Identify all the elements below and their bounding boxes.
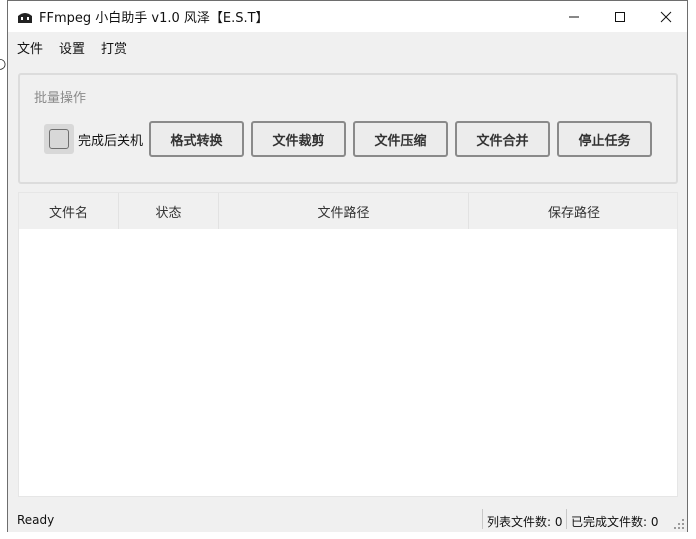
batch-operations-title: 批量操作 xyxy=(34,91,87,106)
file-compress-button[interactable]: 文件压缩 xyxy=(353,121,448,157)
menu-file[interactable]: 文件 xyxy=(17,38,43,57)
title-bar: FFmpeg 小白助手 v1.0 风泽【E.S.T】 xyxy=(8,1,687,32)
list-file-count: 列表文件数: 0 xyxy=(487,515,563,529)
file-table[interactable]: 文件名 状态 文件路径 保存路径 xyxy=(18,192,678,497)
file-trim-button[interactable]: 文件裁剪 xyxy=(251,121,346,157)
menu-settings[interactable]: 设置 xyxy=(59,38,85,57)
maximize-button[interactable] xyxy=(597,1,643,32)
app-logo-icon xyxy=(18,13,32,23)
background-fragment-left: ○ xyxy=(0,56,7,72)
stop-task-button[interactable]: 停止任务 xyxy=(557,121,652,157)
column-header-status[interactable]: 状态 xyxy=(119,193,219,229)
minimize-button[interactable] xyxy=(551,1,597,32)
status-ready-text: Ready xyxy=(17,513,55,527)
close-icon xyxy=(660,11,672,22)
status-separator xyxy=(482,509,483,529)
status-separator xyxy=(566,509,567,529)
maximize-icon xyxy=(615,11,625,22)
table-header: 文件名 状态 文件路径 保存路径 xyxy=(19,193,677,229)
column-header-filepath[interactable]: 文件路径 xyxy=(219,193,469,229)
column-header-savepath[interactable]: 保存路径 xyxy=(469,193,679,229)
completed-file-count: 已完成文件数: 0 xyxy=(571,515,659,529)
shutdown-checkbox-container[interactable] xyxy=(44,124,74,154)
window-title: FFmpeg 小白助手 v1.0 风泽【E.S.T】 xyxy=(39,11,269,26)
resize-grip-icon[interactable] xyxy=(673,518,685,530)
file-merge-button[interactable]: 文件合并 xyxy=(455,121,550,157)
shutdown-checkbox-label[interactable]: 完成后关机 xyxy=(78,130,143,149)
column-header-filename[interactable]: 文件名 xyxy=(19,193,119,229)
app-window: FFmpeg 小白助手 v1.0 风泽【E.S.T】 文件 设置 打赏 批量操作… xyxy=(7,0,688,532)
status-bar: Ready 列表文件数: 0 已完成文件数: 0 xyxy=(8,507,687,532)
shutdown-checkbox[interactable] xyxy=(49,129,69,149)
close-button[interactable] xyxy=(643,1,689,32)
menu-bar: 文件 设置 打赏 xyxy=(8,32,687,62)
menu-reward[interactable]: 打赏 xyxy=(101,38,127,57)
minimize-icon xyxy=(569,16,579,17)
format-convert-button[interactable]: 格式转换 xyxy=(149,121,244,157)
